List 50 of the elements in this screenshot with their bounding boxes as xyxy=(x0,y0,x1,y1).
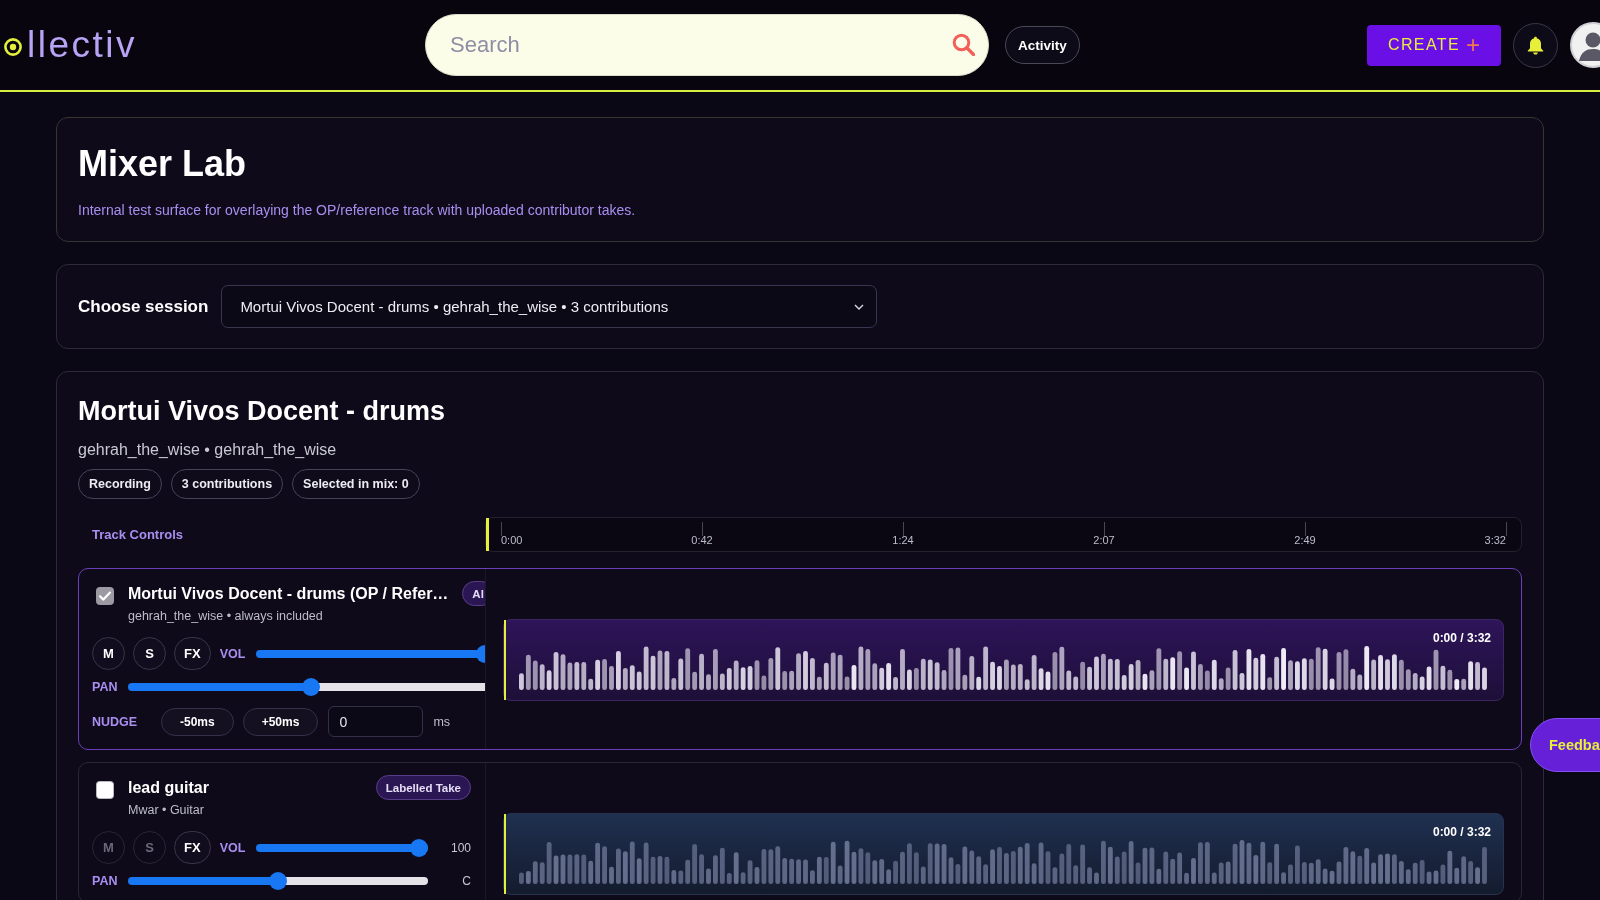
volume-label: VOL xyxy=(219,840,246,855)
unit-label: ms xyxy=(433,714,451,729)
status-tag: Selected in mix: 0 xyxy=(292,469,420,499)
slider-thumb[interactable] xyxy=(269,872,288,890)
time-tick-label: 1:24 xyxy=(892,534,914,547)
time-tick-label: 3:32 xyxy=(1484,534,1506,547)
bell-icon xyxy=(1527,35,1544,55)
plus-icon: + xyxy=(1466,33,1481,57)
pan-slider[interactable] xyxy=(128,872,428,890)
time-label: 0:00 / 3:32 xyxy=(1432,825,1491,839)
pan-value: C xyxy=(461,874,471,888)
time-tick-label: 2:07 xyxy=(1093,534,1115,547)
page-title: Mixer Lab xyxy=(78,144,248,184)
ring-icon xyxy=(4,38,22,56)
volume-value: 100 xyxy=(449,840,471,855)
notifications-button[interactable] xyxy=(1513,22,1558,68)
time-tick-label: 2:49 xyxy=(1294,534,1316,547)
activity-button[interactable]: Activity xyxy=(1005,26,1080,64)
session-select[interactable]: Mortui Vivos Docent - drums • gehrah_the_wise • 3 contributions xyxy=(221,285,878,328)
pan-label: PAN xyxy=(92,874,118,888)
status-tag: 3 contributions xyxy=(170,469,284,499)
volume-slider[interactable] xyxy=(256,838,428,857)
search-field[interactable]: Search xyxy=(425,14,989,76)
track-title: Mortui Vivos Docent - drums (OP / Refer… xyxy=(128,584,449,604)
pan-label: PAN xyxy=(92,680,118,694)
time-tick-label: 0:00 xyxy=(501,534,523,547)
slider-thumb[interactable] xyxy=(410,838,428,857)
session-label: Choose session xyxy=(78,296,209,317)
feedback-button[interactable]: Feedba xyxy=(1530,718,1600,772)
time-tick-label: 0:42 xyxy=(691,534,713,547)
track-toggle-button[interactable]: FX xyxy=(174,831,211,864)
nudge-label: NUDGE xyxy=(92,714,139,729)
checkbox[interactable] xyxy=(96,781,114,799)
track-badge: Labelled Take xyxy=(375,775,471,800)
track-title: lead guitar xyxy=(128,778,210,798)
session-subtitle: gehrah_the_wise • gehrah_the_wise xyxy=(78,440,338,460)
volume-label: VOL xyxy=(219,646,246,661)
track-subtitle: Mwar • Guitar xyxy=(128,802,205,819)
create-button[interactable]: CREATE + xyxy=(1367,24,1501,66)
section-label: Track Controls xyxy=(91,527,185,542)
status-tag: Recording xyxy=(78,469,162,499)
track-subtitle: gehrah_the_wise • always included xyxy=(128,608,324,625)
search-icon[interactable] xyxy=(952,33,975,56)
page-description: Internal test surface for overlaying the OP/reference track with uploaded contributor takes. xyxy=(78,201,637,219)
timeline-ruler[interactable]: 0:00 0:42 1:24 2:07 2:49 3:32 xyxy=(485,517,1522,552)
chevron-down-icon xyxy=(854,303,865,310)
time-label: 0:00 / 3:32 xyxy=(1432,631,1491,645)
session-title: Mortui Vivos Docent - drums xyxy=(78,395,447,427)
track-badge: Al xyxy=(462,581,485,606)
logo-text[interactable]: llectiv xyxy=(27,24,138,66)
